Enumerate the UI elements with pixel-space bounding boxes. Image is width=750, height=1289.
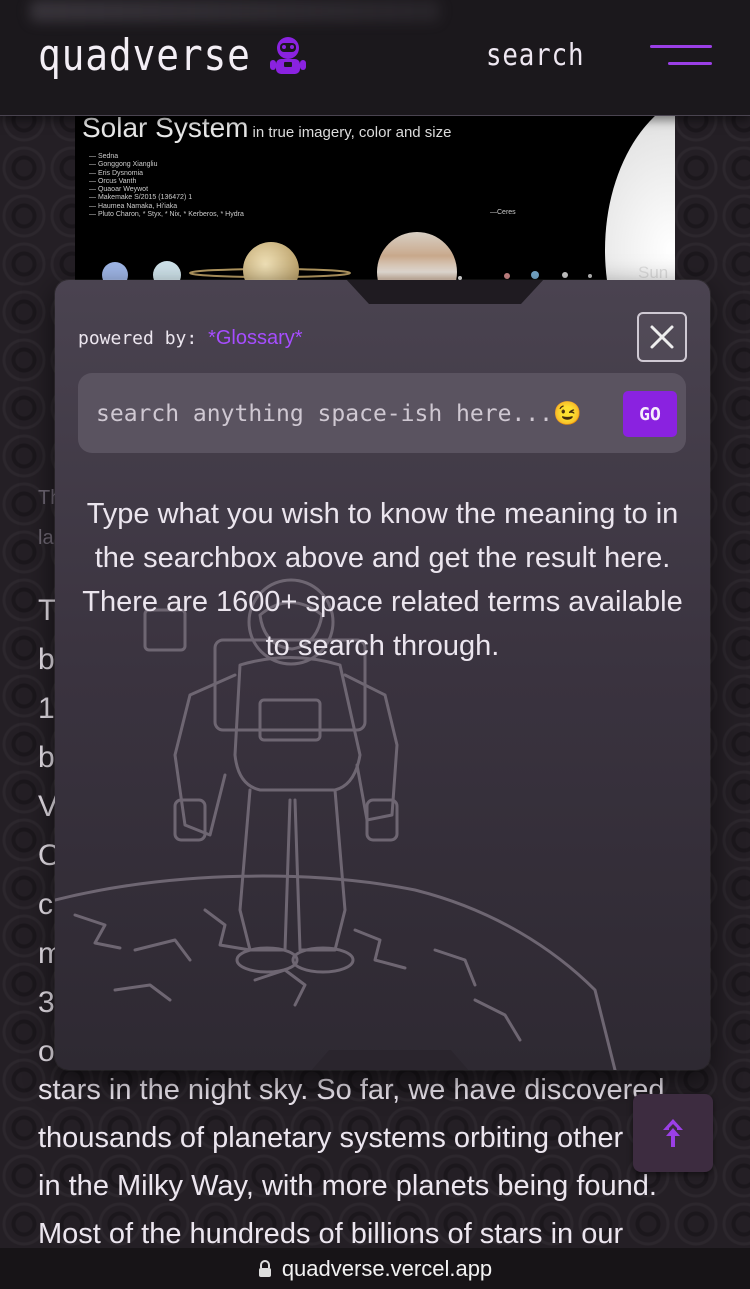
glossary-link[interactable]: *Glossary*: [208, 327, 302, 349]
glossary-search-modal: powered by: *Glossary* GO: [55, 280, 710, 1070]
search-result-message: Type what you wish to know the meaning t…: [82, 498, 683, 662]
powered-by-label: powered by: *Glossary*: [78, 327, 303, 349]
search-input[interactable]: [94, 385, 618, 443]
top-navbar: quadverse search: [0, 0, 750, 116]
solar-system-image: Solar System in true imagery, color and s…: [75, 110, 675, 295]
close-icon: [650, 325, 674, 349]
article-line: stars in the night sky. So far, we have …: [38, 1074, 665, 1106]
modal-notch: [345, 280, 545, 304]
search-box: GO: [78, 373, 686, 453]
lock-icon: [258, 1259, 271, 1277]
arrow-up-icon: [663, 1119, 683, 1147]
hamburger-menu-icon[interactable]: [646, 42, 716, 70]
search-nav-link[interactable]: search: [486, 38, 584, 73]
url-text: quadverse.vercel.app: [281, 1255, 493, 1281]
site-logo[interactable]: quadverse: [38, 30, 251, 81]
go-button[interactable]: GO: [623, 391, 677, 437]
status-strip: [30, 0, 440, 22]
close-button[interactable]: [637, 312, 687, 362]
article-paragraph: stars in the night sky. So far, we have …: [38, 1066, 718, 1258]
browser-url-bar[interactable]: quadverse.vercel.app: [0, 1248, 750, 1289]
astronaut-icon: [270, 37, 306, 74]
article-line: thousands of planetary systems orbiting …: [38, 1122, 624, 1154]
article-line: in the Milky Way, with more planets bein…: [38, 1170, 657, 1202]
planets-graphic: [102, 110, 675, 295]
scroll-to-top-button[interactable]: [633, 1094, 713, 1172]
